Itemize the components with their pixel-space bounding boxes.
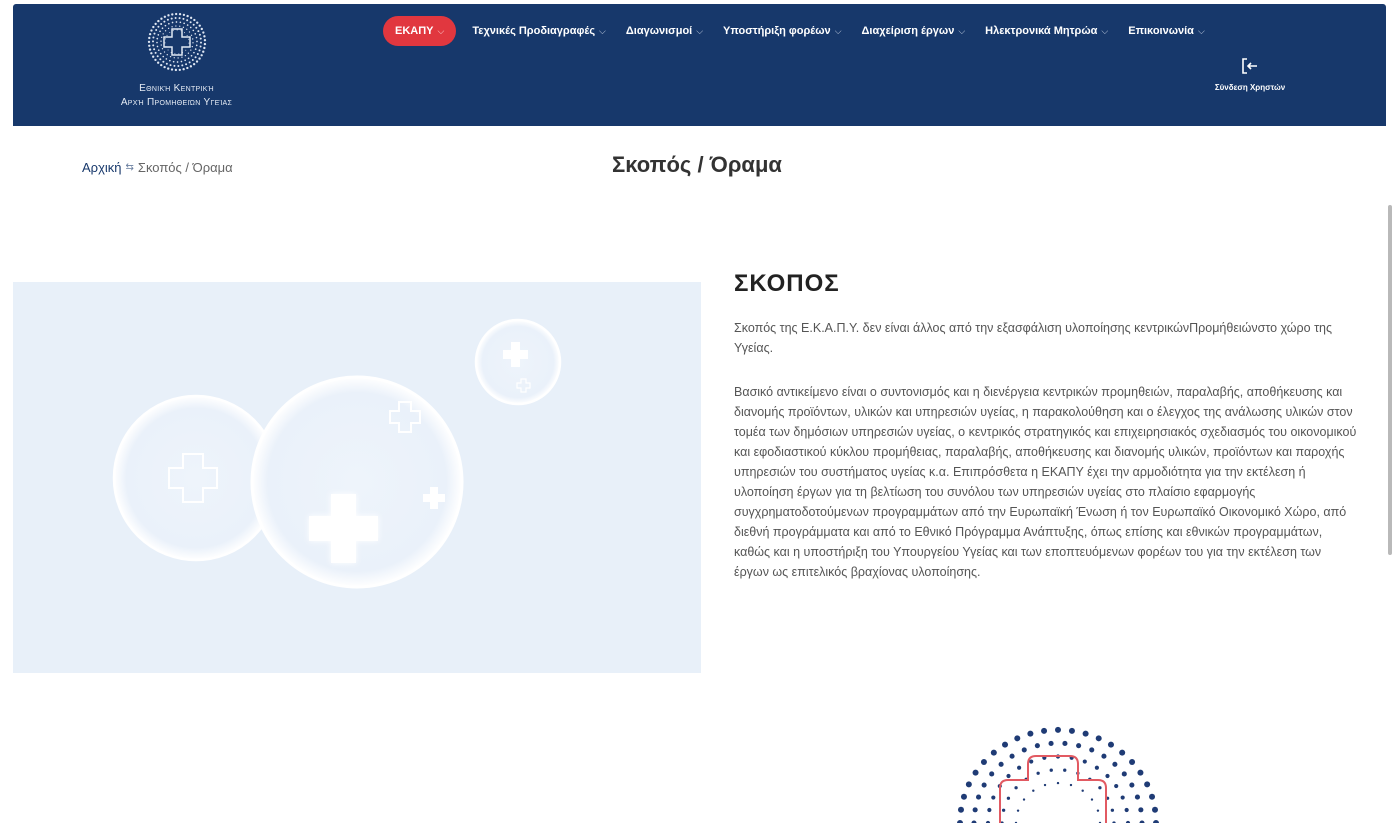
nav-item-technical-specs[interactable]: Τεχνικές Προδιαγραφές ⌵	[472, 25, 606, 37]
nav-item-label: Διαγωνισμοί	[625, 25, 693, 37]
medical-illustration	[13, 282, 701, 673]
logo-text: Εθνική Κεντρική Αρχή Προμηθειών Υγείας	[109, 82, 244, 110]
page-scrollbar[interactable]	[1388, 205, 1392, 555]
nav-item-label: ΕΚΑΠΥ	[395, 25, 434, 37]
logo-text-line2: Αρχή Προμηθειών Υγείας	[120, 97, 233, 108]
nav-item-ekapy[interactable]: ΕΚΑΠΥ ⌵	[383, 16, 457, 46]
logo-text-line1: Εθνική Κεντρική	[139, 83, 214, 94]
breadcrumb: Αρχική ⇆ Σκοπός / Όραμα	[82, 160, 233, 175]
medical-bubbles-image	[112, 318, 562, 589]
chevron-down-icon: ⌵	[1197, 25, 1205, 36]
breadcrumb-separator-icon: ⇆	[125, 162, 134, 173]
main-nav: ΕΚΑΠΥ ⌵ Τεχνικές Προδιαγραφές ⌵ Διαγωνισ…	[383, 14, 1225, 48]
login-button[interactable]: Σύνδεση Χρηστών	[1210, 56, 1290, 92]
login-label: Σύνδεση Χρηστών	[1214, 83, 1286, 92]
nav-item-project-management[interactable]: Διαχείριση έργων ⌵	[862, 25, 966, 37]
section-paragraph-1: Σκοπός της Ε.Κ.Α.Π.Υ. δεν είναι άλλος απ…	[734, 321, 1333, 355]
login-arrow-icon	[1242, 58, 1257, 74]
chevron-down-icon: ⌵	[834, 25, 842, 36]
nav-item-contact[interactable]: Επικοινωνία ⌵	[1128, 25, 1205, 37]
breadcrumb-home-link[interactable]: Αρχική	[82, 160, 122, 175]
chevron-down-icon: ⌵	[958, 25, 966, 36]
nav-item-label: Επικοινωνία	[1128, 25, 1194, 37]
nav-item-label: Διαχείριση έργων	[861, 25, 955, 37]
nav-item-tenders[interactable]: Διαγωνισμοί ⌵	[626, 25, 703, 37]
nav-item-label: Ηλεκτρονικά Μητρώα	[985, 25, 1098, 37]
section-paragraph-2: Βασικό αντικείμενο είναι ο συντονισμός κ…	[734, 385, 1357, 579]
logo-emblem-icon	[147, 12, 207, 72]
nav-item-registries[interactable]: Ηλεκτρονικά Μητρώα ⌵	[985, 25, 1108, 37]
site-header: Εθνική Κεντρική Αρχή Προμηθειών Υγείας Ε…	[13, 4, 1386, 126]
nav-item-label: Υποστήριξη φορέων	[723, 25, 831, 37]
nav-item-support[interactable]: Υποστήριξη φορέων ⌵	[723, 25, 841, 37]
nav-item-label: Τεχνικές Προδιαγραφές	[472, 25, 596, 37]
chevron-down-icon: ⌵	[1101, 25, 1109, 36]
breadcrumb-current: Σκοπός / Όραμα	[137, 160, 233, 175]
chevron-down-icon: ⌵	[599, 25, 606, 36]
chevron-down-icon: ⌵	[696, 25, 704, 36]
chevron-down-icon: ⌵	[437, 25, 445, 36]
section-heading: ΣΚΟΠΟΣ	[734, 270, 840, 297]
ekapy-logo-emblem-icon	[957, 726, 1159, 823]
site-logo[interactable]: Εθνική Κεντρική Αρχή Προμηθειών Υγείας	[109, 12, 289, 122]
